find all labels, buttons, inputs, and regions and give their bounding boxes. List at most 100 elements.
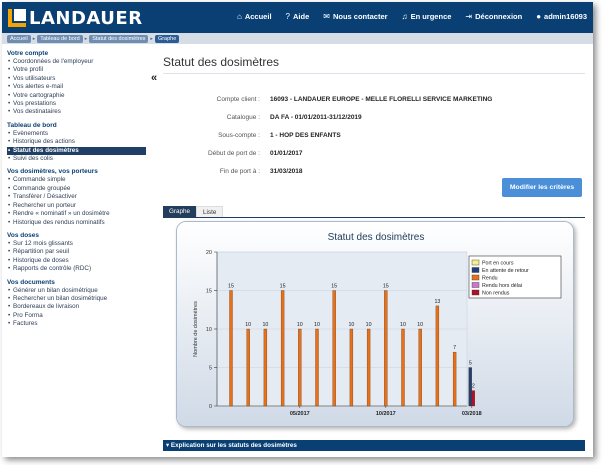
sidebar-item[interactable]: Générer un bilan dosimétrique xyxy=(7,287,150,296)
sidebar-item[interactable]: Suivi des colis xyxy=(7,155,150,164)
data-label: 10 xyxy=(262,322,268,328)
breadcrumb-item[interactable]: Statut des dosimètres xyxy=(89,34,149,43)
sidebar-item[interactable]: Répartition par seuil xyxy=(7,248,150,257)
title-divider xyxy=(163,73,585,74)
sidebar-group: Vos dosimètres, vos porteursCommande sim… xyxy=(7,168,150,228)
top-bar: LANDAUER ⌂ Accueil? Aide ✉ Nous contacter ♫ En… xyxy=(2,2,593,33)
breadcrumb: Accueil ▸ Tableau de bord ▸ Statut des dosim… xyxy=(2,33,593,44)
nav-user[interactable]: ● admin16093 xyxy=(536,12,587,21)
data-label: 15 xyxy=(228,284,234,290)
bar xyxy=(229,290,233,407)
data-label: 10 xyxy=(314,322,320,328)
sidebar: Votre compteCoordonnées de l'employeurVo… xyxy=(2,44,150,457)
sidebar-item[interactable]: Transférer / Désactiver xyxy=(7,193,150,202)
y-tick-label: 0 xyxy=(209,404,212,410)
nav-label: Aide xyxy=(292,12,310,21)
sidebar-item[interactable]: Rechercher un porteur xyxy=(7,202,150,211)
data-label: 10 xyxy=(297,322,303,328)
bar xyxy=(280,290,285,407)
bar xyxy=(452,351,457,407)
breadcrumb-item[interactable]: Accueil xyxy=(7,34,31,43)
legend-swatch xyxy=(471,259,480,266)
nav-logout[interactable]: ⇥ Déconnexion xyxy=(465,12,522,21)
logo-mark-icon xyxy=(8,9,26,27)
info-row: Catalogue : DA FA - 01/01/2011-31/12/2019 xyxy=(163,114,585,124)
sidebar-group-title: Tableau de bord xyxy=(7,121,57,129)
legend-swatch xyxy=(471,289,480,296)
info-label: Compte client : xyxy=(216,96,260,103)
app-window: LANDAUER ⌂ Accueil? Aide ✉ Nous contacter ♫ En… xyxy=(2,2,593,457)
breadcrumb-item[interactable]: Tableau de bord xyxy=(37,34,83,43)
nav-mail[interactable]: ✉ Nous contacter xyxy=(323,12,387,21)
info-label: Début de port de : xyxy=(207,150,260,157)
landauer-logo[interactable]: LANDAUER xyxy=(8,7,143,29)
y-tick-label: 10 xyxy=(206,327,212,333)
info-value: DA FA - 01/01/2011-31/12/2019 xyxy=(270,114,362,121)
logout-icon: ⇥ xyxy=(465,12,473,21)
chart-panel: Statut des dosimètres 0 5 10 15 20 Nombre de d… xyxy=(176,221,574,427)
breadcrumb-separator-icon: ▸ xyxy=(32,35,36,42)
data-label: 15 xyxy=(331,284,337,290)
sidebar-item[interactable]: Rechercher un bilan dosimétrique xyxy=(7,295,150,304)
data-label: 2 xyxy=(472,384,475,390)
sidebar-item[interactable]: Votre profil xyxy=(7,66,150,75)
sidebar-item[interactable]: Coordonnées de l'employeur xyxy=(7,58,150,67)
sidebar-group: Tableau de bordEvènementsHistorique des … xyxy=(7,122,150,164)
legend-label: Non rendus xyxy=(482,291,510,297)
sidebar-item[interactable]: Votre cartographie xyxy=(7,92,150,101)
legend-swatch xyxy=(471,267,480,273)
info-value: 16093 - LANDAUER EUROPE - MELLE FLORELLI… xyxy=(270,96,493,103)
sidebar-group: Votre compteCoordonnées de l'employeurVo… xyxy=(7,50,150,117)
sidebar-item[interactable]: Factures xyxy=(7,320,150,329)
data-label: 5 xyxy=(469,361,472,367)
sidebar-item[interactable]: Pro Forma xyxy=(7,312,150,321)
breadcrumb-separator-icon: ▸ xyxy=(84,35,88,42)
nav-label: Déconnexion xyxy=(475,12,523,21)
info-row: Compte client : 16093 - LANDAUER EUROPE -… xyxy=(163,96,585,106)
sidebar-item[interactable]: Commande groupée xyxy=(7,185,150,194)
sidebar-item[interactable]: Historique des rendus nominatifs xyxy=(7,219,150,228)
data-label: 10 xyxy=(417,322,423,328)
sidebar-item[interactable]: Sur 12 mois glissants xyxy=(7,240,150,249)
bar xyxy=(366,328,371,407)
data-label: 13 xyxy=(434,299,440,305)
sidebar-item[interactable]: Historique des actions xyxy=(7,138,150,147)
nav-help[interactable]: ? Aide xyxy=(286,12,310,21)
sidebar-item[interactable]: Rapports de contrôle (RDC) xyxy=(7,265,150,274)
sidebar-item[interactable]: Vos utilisateurs xyxy=(7,75,150,84)
top-nav: ⌂ Accueil? Aide ✉ Nous contacter ♫ En urgence ⇥… xyxy=(237,12,587,21)
sidebar-group-title: Vos documents xyxy=(7,278,55,286)
info-label: Catalogue : xyxy=(226,114,260,121)
x-tick-label: 05/2017 xyxy=(290,411,310,417)
bar xyxy=(471,390,475,407)
sidebar-item[interactable]: Commande simple xyxy=(7,176,150,185)
nav-label: admin16093 xyxy=(544,12,587,21)
sidebar-item[interactable]: Evènements xyxy=(7,130,150,139)
info-row: Fin de port à : 31/03/2018 xyxy=(163,168,585,178)
sidebar-item[interactable]: Historique de doses xyxy=(7,257,150,266)
logo-text: LANDAUER xyxy=(29,7,143,29)
sidebar-item[interactable]: Bordereaux de livraison xyxy=(7,303,150,312)
sidebar-item[interactable]: Statut des dosimètres xyxy=(7,146,146,155)
collapse-sidebar-icon[interactable]: « xyxy=(151,72,157,84)
nav-bell[interactable]: ♫ En urgence xyxy=(402,12,452,21)
y-tick-label: 15 xyxy=(206,289,212,295)
sidebar-item[interactable]: Vos alertes e-mail xyxy=(7,83,150,92)
legend-label: En attente de retour xyxy=(482,268,529,274)
modify-criteria-button[interactable]: Modifier les critères xyxy=(502,178,582,197)
bar xyxy=(418,328,422,407)
help-icon: ? xyxy=(285,12,290,21)
legend-swatch xyxy=(471,282,480,288)
explanation-toggle[interactable]: ▾ Explication sur les statuts des dosimè… xyxy=(163,440,585,451)
nav-home[interactable]: ⌂ Accueil xyxy=(237,12,272,21)
sidebar-item[interactable]: Rendre « nominatif » un dosimètre xyxy=(7,210,150,219)
data-label: 10 xyxy=(400,322,406,328)
user-icon: ● xyxy=(536,12,542,21)
sidebar-item[interactable]: Vos destinataires xyxy=(7,108,150,117)
sidebar-item[interactable]: Vos prestations xyxy=(7,100,150,109)
breadcrumb-item[interactable]: Graphe xyxy=(154,34,180,43)
bar xyxy=(401,328,405,407)
info-value: 31/03/2018 xyxy=(270,168,303,175)
sidebar-group-title: Vos doses xyxy=(7,231,40,239)
legend-label: Port en cours xyxy=(482,261,514,267)
